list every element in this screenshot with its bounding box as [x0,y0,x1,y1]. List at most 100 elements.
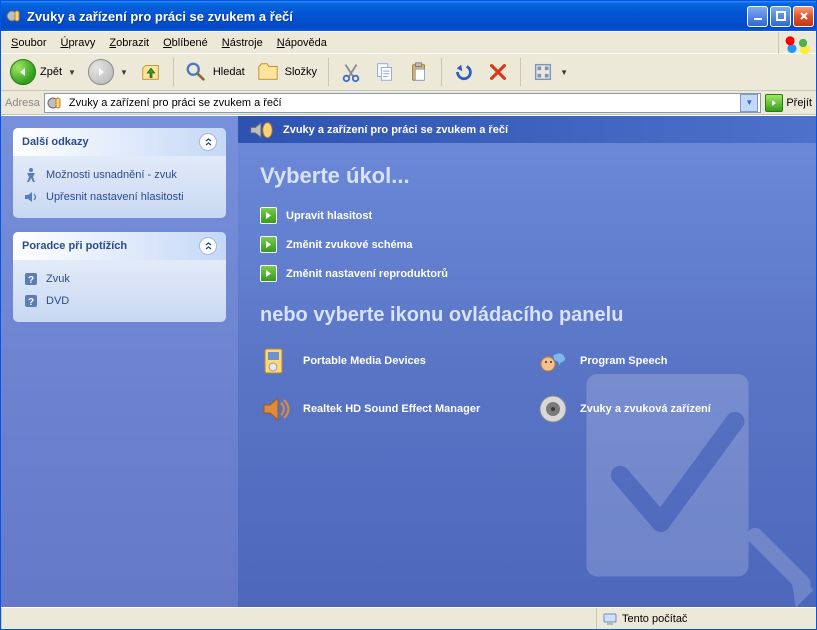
sound-devices-icon [537,393,569,425]
arrow-right-icon [260,236,277,253]
views-button[interactable]: ▼ [528,59,572,85]
task-zvukove-schema[interactable]: Změnit zvukové schéma [260,236,794,253]
cp-realtek-hd[interactable]: Realtek HD Sound Effect Manager [260,393,517,425]
search-button[interactable]: Hledat [181,59,249,85]
svg-text:?: ? [28,275,34,286]
computer-icon [603,612,617,626]
volume-icon [23,189,39,205]
link-moznosti-usnadneni[interactable]: Možnosti usnadnění - zvuk [23,164,216,186]
chevron-down-icon: ▼ [560,68,568,77]
chevron-down-icon: ▼ [120,68,128,77]
svg-text:?: ? [28,297,34,308]
menu-upravy[interactable]: Úpravy [53,35,102,51]
cut-button[interactable] [336,59,366,85]
arrow-right-icon [765,94,783,112]
address-field[interactable]: ▼ [44,93,761,113]
arrow-left-icon [10,59,36,85]
address-dropdown[interactable]: ▼ [740,94,758,112]
delete-button[interactable] [483,59,513,85]
window-title: Zvuky a zařízení pro práci se zvukem a ř… [27,9,747,24]
up-button[interactable] [136,59,166,85]
task-label: Upravit hlasitost [286,210,372,222]
address-label: Adresa [5,97,40,109]
help-icon: ? [23,293,39,309]
arrow-right-icon [260,265,277,282]
status-cell-location: Tento počítač [596,608,816,629]
status-cell-empty [1,608,596,629]
status-bar: Tento počítač [1,607,816,629]
windows-flag-icon[interactable] [778,32,816,54]
cp-portable-media-devices[interactable]: Portable Media Devices [260,345,517,377]
undo-button[interactable] [449,59,479,85]
menu-nastroje[interactable]: Nástroje [215,35,270,51]
status-location-label: Tento počítač [622,613,687,625]
task-label: Změnit nastavení reproduktorů [286,268,448,280]
cp-label: Realtek HD Sound Effect Manager [303,403,480,415]
link-label: Zvuk [46,273,70,285]
panel-header[interactable]: Další odkazy [13,128,226,156]
folders-button[interactable]: Složky [253,59,321,85]
task-upravit-hlasitost[interactable]: Upravit hlasitost [260,207,794,224]
cp-label: Zvuky a zvuková zařízení [580,403,711,415]
titlebar[interactable]: Zvuky a zařízení pro práci se zvukem a ř… [1,1,816,31]
arrow-right-icon [88,59,114,85]
close-button[interactable] [793,6,814,27]
task-nastaveni-reproduktoru[interactable]: Změnit nastavení reproduktorů [260,265,794,282]
paste-button[interactable] [404,59,434,85]
panel-poradce-pri-potizich: Poradce při potížích ? Zvuk ? [13,232,226,322]
panel-dalsi-odkazy: Další odkazy Možnosti usnadnění - zvuk [13,128,226,218]
panel-header[interactable]: Poradce při potížích [13,232,226,260]
heading-icons: nebo vyberte ikonu ovládacího panelu [260,304,794,327]
cp-program-speech[interactable]: Program Speech [537,345,794,377]
chevron-up-icon [199,237,217,255]
address-input[interactable] [67,96,740,110]
link-upresnit-hlasitost[interactable]: Upřesnit nastavení hlasitosti [23,186,216,208]
arrow-right-icon [260,207,277,224]
go-button[interactable]: Přejít [765,94,812,112]
realtek-icon [260,393,292,425]
back-label: Zpět [40,66,62,78]
content-header-title: Zvuky a zařízení pro práci se zvukem a ř… [283,124,508,136]
cp-label: Portable Media Devices [303,355,426,367]
maximize-button[interactable] [770,6,791,27]
chevron-up-icon [199,133,217,151]
cp-zvuky-zarizeni[interactable]: Zvuky a zvuková zařízení [537,393,794,425]
sidebar: Další odkazy Možnosti usnadnění - zvuk [1,116,238,607]
address-bar: Adresa ▼ Přejít [1,91,816,115]
pmd-icon [260,345,292,377]
link-dvd[interactable]: ? DVD [23,290,216,312]
search-label: Hledat [213,66,245,78]
link-label: DVD [46,295,69,307]
panel-title: Další odkazy [22,136,89,148]
speech-icon [537,345,569,377]
heading-task: Vyberte úkol... [260,163,794,189]
menu-soubor[interactable]: Soubor [4,35,53,51]
task-label: Změnit zvukové schéma [286,239,413,251]
link-label: Možnosti usnadnění - zvuk [46,169,177,181]
panel-title: Poradce při potížích [22,240,127,252]
window-icon [6,8,22,24]
minimize-button[interactable] [747,6,768,27]
menubar: Soubor Úpravy Zobrazit Oblíbené Nástroje… [1,31,816,53]
menu-oblibene[interactable]: Oblíbené [156,35,215,51]
go-label: Přejít [786,97,812,109]
back-button[interactable]: Zpět ▼ [6,57,80,87]
location-icon [47,95,63,111]
menu-napoveda[interactable]: Nápověda [270,35,334,51]
folders-label: Složky [285,66,317,78]
forward-button[interactable]: ▼ [84,57,132,87]
explorer-window: Zvuky a zařízení pro práci se zvukem a ř… [0,0,817,630]
content-header: Zvuky a zařízení pro práci se zvukem a ř… [238,116,816,143]
content-area: Zvuky a zařízení pro práci se zvukem a ř… [238,116,816,607]
accessibility-icon [23,167,39,183]
chevron-down-icon: ▼ [68,68,76,77]
help-icon: ? [23,271,39,287]
body: Další odkazy Možnosti usnadnění - zvuk [1,115,816,607]
cp-label: Program Speech [580,355,667,367]
sound-category-icon [248,119,274,141]
link-label: Upřesnit nastavení hlasitosti [46,191,184,203]
link-zvuk[interactable]: ? Zvuk [23,268,216,290]
copy-button[interactable] [370,59,400,85]
toolbar: Zpět ▼ ▼ Hledat Složky [1,53,816,91]
menu-zobrazit[interactable]: Zobrazit [102,35,156,51]
